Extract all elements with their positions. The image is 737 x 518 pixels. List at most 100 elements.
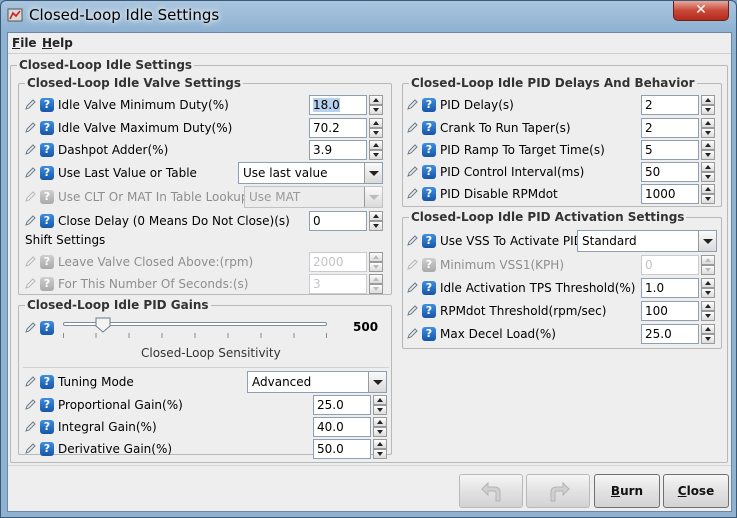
rpmdot-threshold-spinner[interactable] <box>701 301 715 321</box>
use-vss-select[interactable]: Standard <box>577 230 717 252</box>
divider <box>23 367 389 368</box>
interval-row: ? PID Control Interval(ms) 50 <box>407 162 719 182</box>
help-icon[interactable]: ? <box>40 214 54 228</box>
crank-taper-label: Crank To Run Taper(s) <box>440 121 571 135</box>
pencil-icon[interactable] <box>407 234 419 246</box>
pencil-icon[interactable] <box>25 121 37 133</box>
pencil-icon[interactable] <box>25 214 37 226</box>
redo-button[interactable] <box>526 474 590 508</box>
tuning-mode-row: ? Tuning Mode Advanced <box>25 371 389 393</box>
pencil-icon[interactable] <box>25 442 37 454</box>
use-last-select[interactable]: Use last value <box>238 162 383 184</box>
interval-spinner[interactable] <box>701 162 715 182</box>
pencil-icon[interactable] <box>407 327 419 339</box>
max-duty-spinner[interactable] <box>369 118 383 138</box>
pid-delay-row: ? PID Delay(s) 2 <box>407 95 719 115</box>
help-icon[interactable]: ? <box>422 234 436 248</box>
undo-button[interactable] <box>459 474 523 508</box>
dashpot-input[interactable]: 3.9 <box>309 140 367 160</box>
help-icon[interactable]: ? <box>422 121 436 135</box>
use-vss-row: ? Use VSS To Activate PID Standard <box>407 230 719 252</box>
pid-gains-group: Closed-Loop Idle PID Gains ? 500 Closed-… <box>18 298 392 459</box>
help-icon[interactable]: ? <box>422 98 436 112</box>
help-icon[interactable]: ? <box>40 143 54 157</box>
disable-rpmdot-input[interactable]: 1000 <box>641 184 699 204</box>
gains-group-title: Closed-Loop Idle PID Gains <box>25 298 211 312</box>
dashpot-spinner[interactable] <box>369 140 383 160</box>
pencil-icon[interactable] <box>407 187 419 199</box>
help-icon[interactable]: ? <box>40 98 54 112</box>
proportional-spinner[interactable] <box>373 395 387 415</box>
help-icon[interactable]: ? <box>40 321 54 335</box>
menu-file[interactable]: File <box>12 36 37 50</box>
pencil-icon[interactable] <box>25 98 37 110</box>
help-icon[interactable]: ? <box>422 143 436 157</box>
max-decel-spinner[interactable] <box>701 324 715 344</box>
window-close-button[interactable]: ✕ <box>673 1 729 21</box>
menu-help[interactable]: Help <box>42 36 73 50</box>
burn-button[interactable]: Burn <box>594 474 660 508</box>
clt-mat-select: Use MAT <box>244 186 383 208</box>
close-delay-input[interactable]: 0 <box>309 211 367 231</box>
derivative-input[interactable]: 50.0 <box>313 439 371 459</box>
ramp-spinner[interactable] <box>701 140 715 160</box>
chevron-down-icon[interactable] <box>364 163 382 183</box>
pencil-icon[interactable] <box>25 143 37 155</box>
pencil-icon[interactable] <box>25 166 37 178</box>
tps-threshold-input[interactable]: 1.0 <box>641 278 699 298</box>
min-vss-row: ? Minimum VSS1(KPH) 0 <box>407 255 719 275</box>
min-duty-input[interactable]: 18.0 <box>309 95 367 115</box>
pencil-icon[interactable] <box>25 420 37 432</box>
pencil-icon[interactable] <box>407 304 419 316</box>
pencil-icon[interactable] <box>25 398 37 410</box>
derivative-spinner[interactable] <box>373 439 387 459</box>
pencil-icon[interactable] <box>25 375 37 387</box>
help-icon[interactable]: ? <box>40 375 54 389</box>
interval-input[interactable]: 50 <box>641 162 699 182</box>
help-icon[interactable]: ? <box>40 420 54 434</box>
proportional-input[interactable]: 25.0 <box>313 395 371 415</box>
pencil-icon[interactable] <box>407 121 419 133</box>
help-icon[interactable]: ? <box>40 121 54 135</box>
integral-spinner[interactable] <box>373 417 387 437</box>
title-bar[interactable]: Closed-Loop Idle Settings ✕ <box>1 1 737 31</box>
help-icon[interactable]: ? <box>40 398 54 412</box>
tps-threshold-row: ? Idle Activation TPS Threshold(%) 1.0 <box>407 278 719 298</box>
rpmdot-threshold-input[interactable]: 100 <box>641 301 699 321</box>
chevron-down-icon[interactable] <box>368 372 386 392</box>
disable-rpmdot-spinner[interactable] <box>701 184 715 204</box>
pencil-icon[interactable] <box>25 321 37 333</box>
sensitivity-value: 500 <box>353 320 379 334</box>
pid-delay-spinner[interactable] <box>701 95 715 115</box>
help-icon[interactable]: ? <box>422 281 436 295</box>
crank-taper-spinner[interactable] <box>701 118 715 138</box>
pencil-icon[interactable] <box>407 143 419 155</box>
min-duty-spinner[interactable] <box>369 95 383 115</box>
help-icon[interactable]: ? <box>422 165 436 179</box>
close-button[interactable]: Close <box>663 474 729 508</box>
help-icon[interactable]: ? <box>40 442 54 456</box>
max-decel-input[interactable]: 25.0 <box>641 324 699 344</box>
ramp-row: ? PID Ramp To Target Time(s) 5 <box>407 140 719 160</box>
pencil-icon[interactable] <box>407 165 419 177</box>
tps-threshold-spinner[interactable] <box>701 278 715 298</box>
pencil-icon[interactable] <box>407 281 419 293</box>
sensitivity-slider-thumb[interactable] <box>95 317 111 333</box>
pid-delay-input[interactable]: 2 <box>641 95 699 115</box>
disable-rpmdot-row: ? PID Disable RPMdot 1000 <box>407 184 719 204</box>
max-duty-input[interactable]: 70.2 <box>309 118 367 138</box>
chevron-down-icon[interactable] <box>698 231 716 251</box>
max-duty-row: ? Idle Valve Maximum Duty(%) 70.2 <box>25 118 389 138</box>
close-delay-spinner[interactable] <box>369 211 383 231</box>
ramp-input[interactable]: 5 <box>641 140 699 160</box>
help-icon[interactable]: ? <box>422 327 436 341</box>
help-icon[interactable]: ? <box>422 304 436 318</box>
pencil-icon[interactable] <box>407 98 419 110</box>
help-icon[interactable]: ? <box>422 187 436 201</box>
crank-taper-input[interactable]: 2 <box>641 118 699 138</box>
help-icon: ? <box>40 190 54 204</box>
tuning-mode-select[interactable]: Advanced <box>247 371 387 393</box>
help-icon[interactable]: ? <box>40 166 54 180</box>
max-duty-label: Idle Valve Maximum Duty(%) <box>58 121 233 135</box>
integral-input[interactable]: 40.0 <box>313 417 371 437</box>
